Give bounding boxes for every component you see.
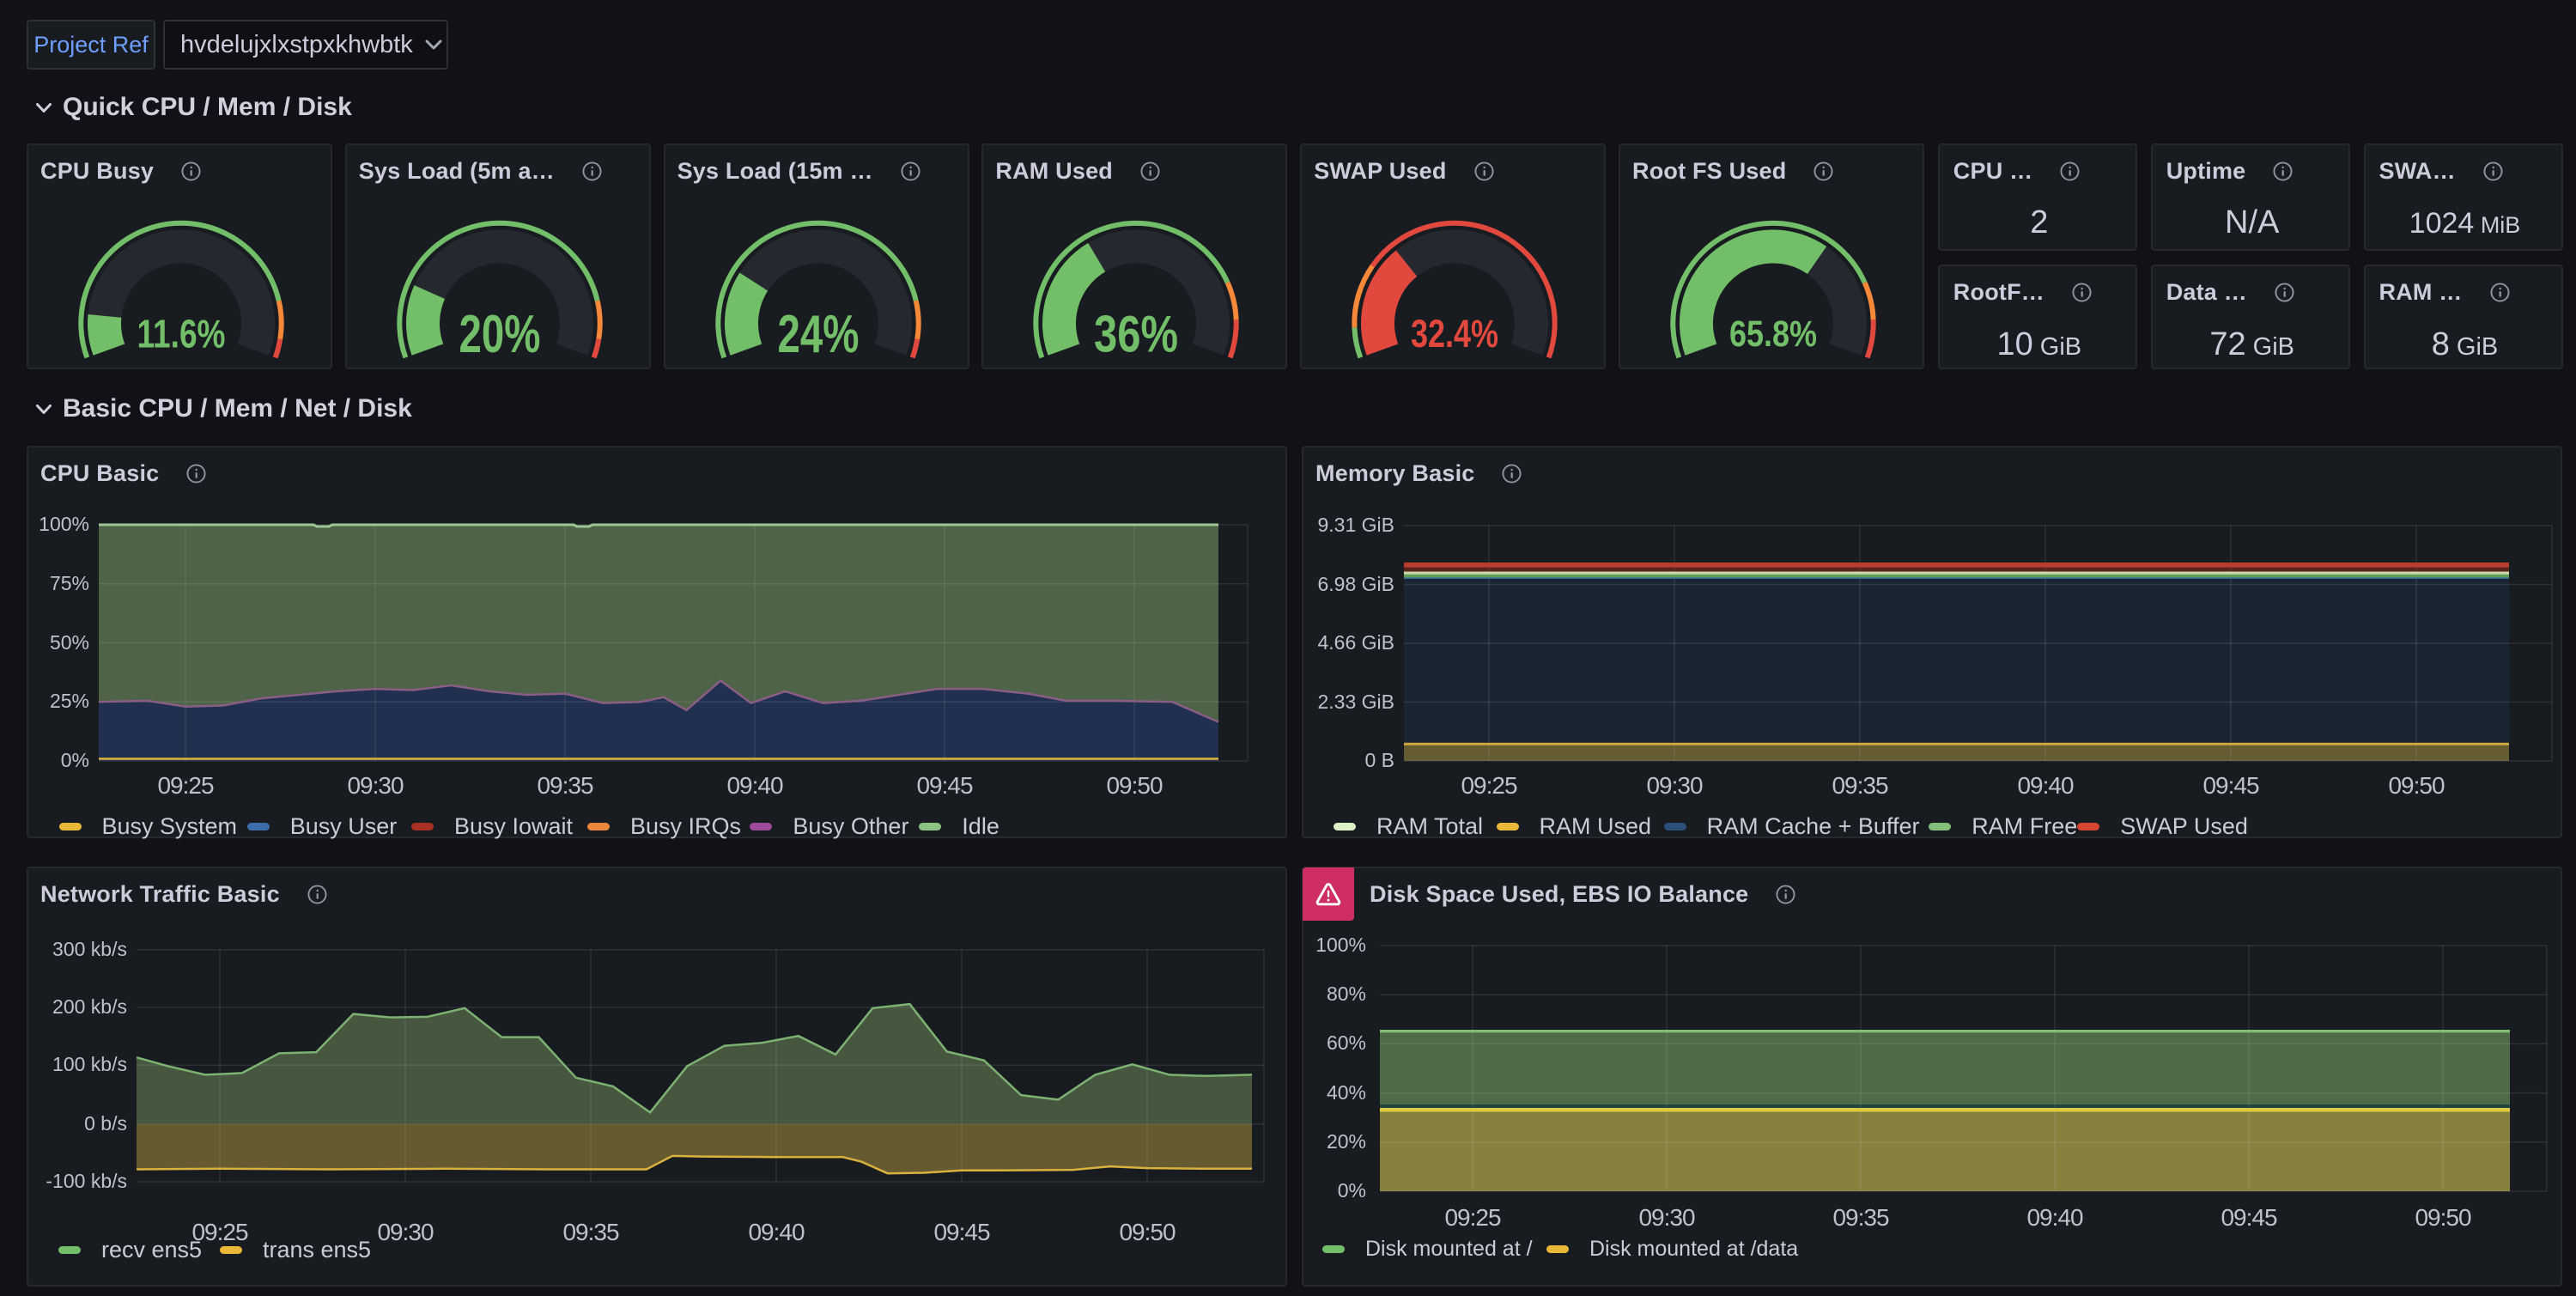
svg-text:11.6%: 11.6%: [137, 311, 226, 356]
svg-text:24%: 24%: [777, 305, 859, 364]
svg-text:65.8%: 65.8%: [1729, 313, 1817, 355]
svg-text:32.4%: 32.4%: [1411, 312, 1498, 356]
svg-text:36%: 36%: [1094, 305, 1178, 362]
svg-text:20%: 20%: [459, 305, 540, 364]
